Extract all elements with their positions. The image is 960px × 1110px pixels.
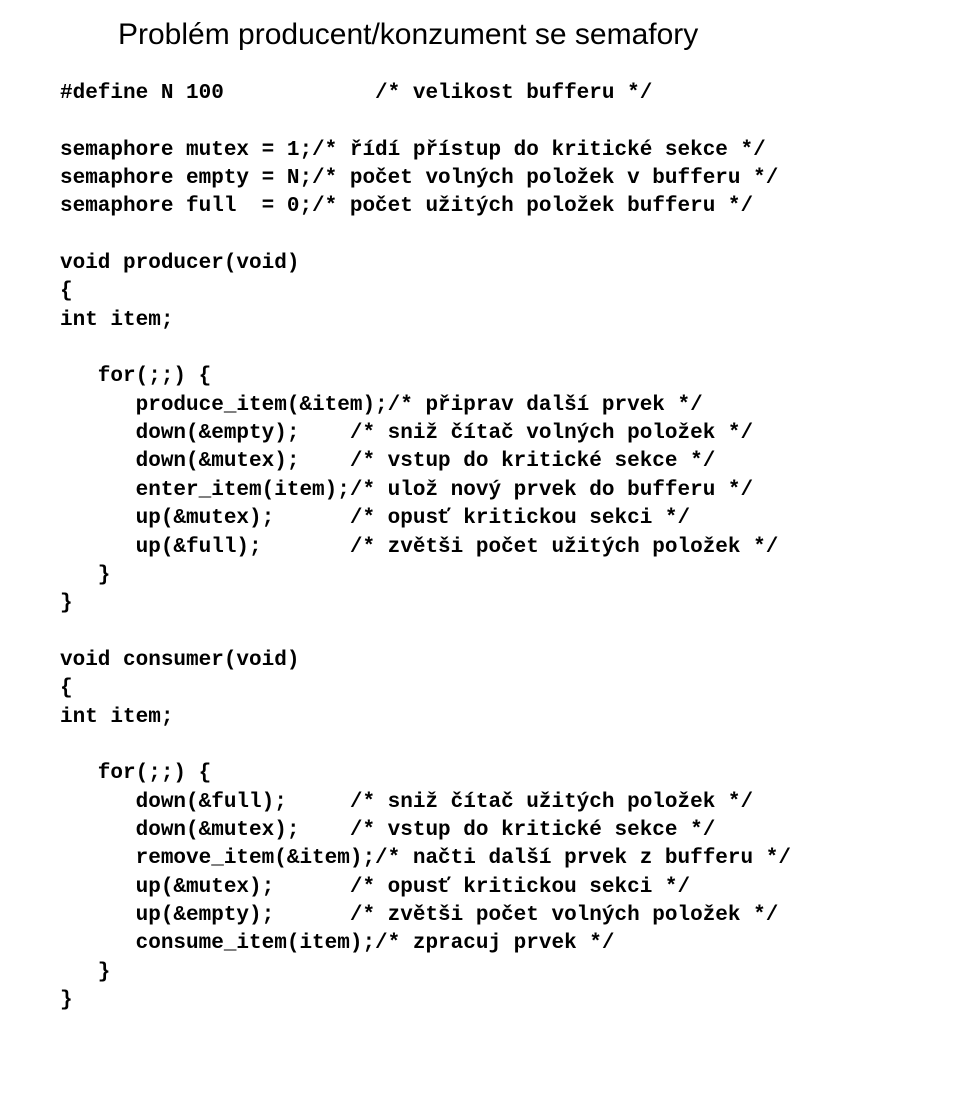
document-page: Problém producent/konzument se semafory … <box>0 0 960 1110</box>
page-title: Problém producent/konzument se semafory <box>60 18 900 52</box>
code-block: #define N 100 /* velikost bufferu */ sem… <box>60 80 900 1015</box>
